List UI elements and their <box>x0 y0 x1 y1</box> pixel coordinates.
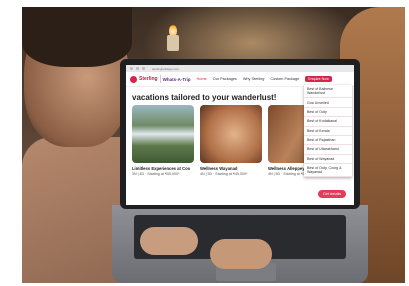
browser-url: sterlingholidays.com <box>152 66 180 71</box>
logo-icon <box>130 75 137 83</box>
candle <box>167 35 179 51</box>
card-title: Limitless Experiences at Coo <box>132 166 191 171</box>
dropdown-item[interactable]: Goa Unveiled <box>304 98 352 108</box>
package-cards: Limitless Experiences at Coo 3N | 4D · S… <box>132 105 330 176</box>
left-hand <box>140 227 198 255</box>
nav-link-why[interactable]: Why Sterling <box>243 77 265 81</box>
waterfall-image <box>132 105 194 163</box>
man-hair <box>22 7 132 67</box>
nav-link-custom[interactable]: Custom Package <box>270 77 299 81</box>
package-card[interactable]: Limitless Experiences at Coo 3N | 4D · S… <box>132 105 194 176</box>
dropdown-item[interactable]: Best of Kodaikanal <box>304 117 352 127</box>
enquire-nav-button[interactable]: Enquire Now <box>305 76 332 82</box>
website-screen: sterlingholidays.com Sterling Whats-A-Tr… <box>126 65 354 205</box>
site-logo[interactable]: Sterling Whats-A-Trip <box>130 75 191 83</box>
logo-divider <box>159 75 161 83</box>
dropdown-item[interactable]: Best of Rajasthan <box>304 136 352 146</box>
photo-scene: sterlingholidays.com Sterling Whats-A-Tr… <box>22 7 405 283</box>
massage-image <box>200 105 262 163</box>
window-dot-icon <box>142 67 145 70</box>
card-subtitle: 4N | 5D · Starting at ₹45,000* <box>200 172 248 176</box>
dropdown-item[interactable]: Best of Kerala <box>304 127 352 136</box>
card-subtitle: 3N | 4D · Starting at ₹50,000* <box>132 172 180 176</box>
nav-link-home[interactable]: Home <box>197 77 207 81</box>
logo-primary: Sterling <box>139 76 158 82</box>
dropdown-item[interactable]: Best of Ooty, Coorg & Wayanad <box>304 164 352 178</box>
window-dot-icon <box>136 67 139 70</box>
nav-link-packages[interactable]: Our Packages <box>213 77 237 81</box>
dropdown-item[interactable]: Best of Uttarakhand <box>304 145 352 155</box>
card-title: Wellness Wayanad <box>200 166 238 171</box>
get-details-button[interactable]: Get details <box>318 190 347 198</box>
browser-url-bar[interactable]: sterlingholidays.com <box>126 65 354 72</box>
dropdown-item[interactable]: Best of Ooty <box>304 108 352 118</box>
laptop-screen: sterlingholidays.com Sterling Whats-A-Tr… <box>120 59 360 209</box>
custom-package-dropdown: Best of Balinese Wanderlust Goa Unveiled… <box>304 85 352 178</box>
dropdown-item[interactable]: Best of Balinese Wanderlust <box>304 85 352 99</box>
dropdown-item[interactable]: Best of Wayanad <box>304 155 352 164</box>
logo-secondary: Whats-A-Trip <box>162 76 191 82</box>
right-hand <box>210 239 272 269</box>
package-card[interactable]: Wellness Wayanad 4N | 5D · Starting at ₹… <box>200 105 262 176</box>
window-dot-icon <box>130 67 133 70</box>
